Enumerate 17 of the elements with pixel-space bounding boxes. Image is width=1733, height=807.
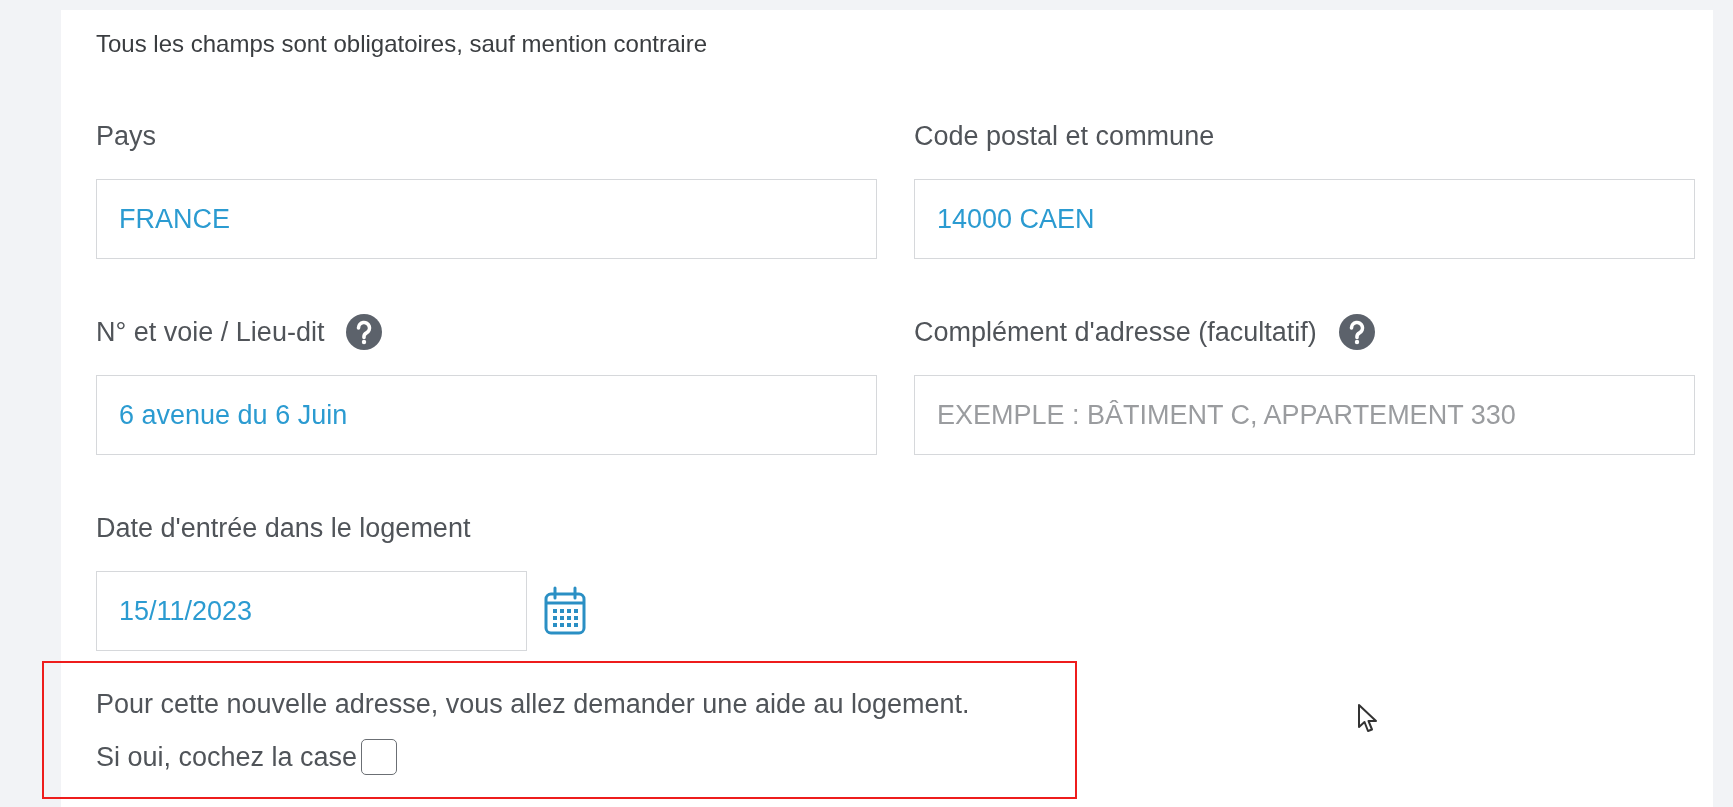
field-label: Complément d'adresse (facultatif) xyxy=(914,316,1317,348)
field-label: Pays xyxy=(96,120,157,152)
field-label: Code postal et commune xyxy=(914,120,1215,152)
help-icon[interactable] xyxy=(1338,314,1375,350)
checkbox-label: Si oui, cochez la case xyxy=(96,742,358,772)
input-field[interactable]: EXEMPLE : BÂTIMENT C, APPARTEMENT 330 xyxy=(914,375,1695,455)
help-icon[interactable] xyxy=(346,314,383,350)
housing-aid-question: Pour cette nouvelle adresse, vous allez demander une aide au logement. xyxy=(96,689,971,719)
field-label: Date d'entrée dans le logement xyxy=(96,512,472,545)
input-field[interactable]: FRANCE xyxy=(96,179,877,259)
field-label: N° et voie / Lieu-dit xyxy=(96,316,325,348)
calendar-icon[interactable] xyxy=(543,586,587,636)
date-field[interactable]: 15/11/2023 xyxy=(96,571,527,651)
checkbox[interactable] xyxy=(361,739,398,775)
input-field[interactable]: 14000 CAEN xyxy=(914,179,1695,259)
input-field[interactable]: 6 avenue du 6 Juin xyxy=(96,375,877,455)
required-fields-note: Tous les champs sont obligatoires, sauf mention contraire xyxy=(96,30,708,58)
